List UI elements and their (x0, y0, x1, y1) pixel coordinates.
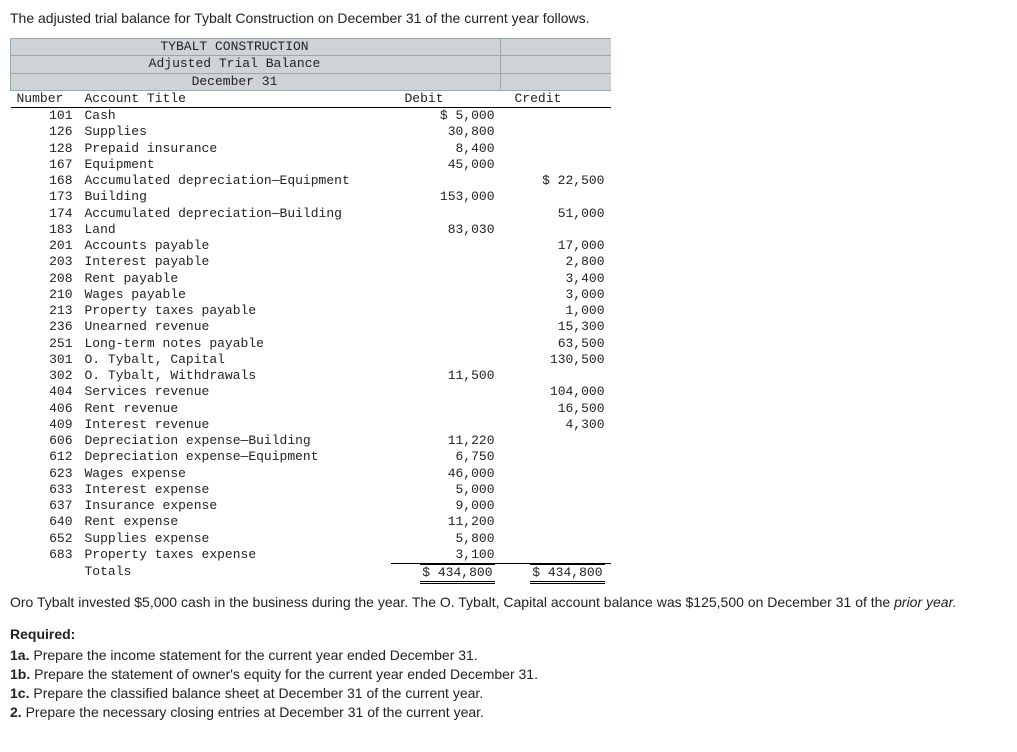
trial-balance-table: TYBALT CONSTRUCTION Adjusted Trial Balan… (10, 38, 1007, 584)
totals-debit: $ 434,800 (420, 564, 494, 584)
table-row: 301O. Tybalt, Capital130,500 (11, 352, 611, 368)
table-row: 210Wages payable3,000 (11, 287, 611, 303)
col-number: Number (11, 90, 79, 107)
table-row: 637Insurance expense9,000 (11, 498, 611, 514)
intro-text: The adjusted trial balance for Tybalt Co… (10, 10, 1007, 26)
table-row: 167Equipment45,000 (11, 157, 611, 173)
table-row: 406Rent revenue16,500 (11, 401, 611, 417)
required-list: 1a. Prepare the income statement for the… (10, 646, 1007, 722)
table-row: 236Unearned revenue15,300 (11, 319, 611, 335)
table-row: 203Interest payable2,800 (11, 254, 611, 270)
tb-date: December 31 (79, 73, 391, 90)
required-heading: Required: (10, 626, 1007, 642)
table-row: 201Accounts payable17,000 (11, 238, 611, 254)
totals-label: Totals (79, 564, 391, 585)
table-row: 251Long-term notes payable63,500 (11, 336, 611, 352)
table-row: 174Accumulated depreciation—Building51,0… (11, 206, 611, 222)
table-row: 101Cash$ 5,000 (11, 108, 611, 125)
table-row: 633Interest expense5,000 (11, 482, 611, 498)
table-row: 652Supplies expense5,800 (11, 531, 611, 547)
table-row: 409Interest revenue4,300 (11, 417, 611, 433)
investment-note: Oro Tybalt invested $5,000 cash in the b… (10, 594, 1007, 610)
table-row: 623Wages expense46,000 (11, 466, 611, 482)
table-row: 606Depreciation expense—Building11,220 (11, 433, 611, 449)
table-row: 183Land83,030 (11, 222, 611, 238)
table-row: 168Accumulated depreciation—Equipment$ 2… (11, 173, 611, 189)
table-row: 213Property taxes payable1,000 (11, 303, 611, 319)
tb-company: TYBALT CONSTRUCTION (79, 39, 391, 56)
table-row: 683Property taxes expense3,100 (11, 547, 611, 564)
col-debit: Debit (391, 90, 501, 107)
table-row: 126Supplies30,800 (11, 124, 611, 140)
table-row: 128Prepaid insurance8,400 (11, 141, 611, 157)
table-row: 612Depreciation expense—Equipment6,750 (11, 449, 611, 465)
col-account: Account Title (79, 90, 391, 107)
tb-title: Adjusted Trial Balance (79, 56, 391, 73)
totals-credit: $ 434,800 (530, 564, 604, 584)
table-row: 302O. Tybalt, Withdrawals11,500 (11, 368, 611, 384)
table-row: 640Rent expense11,200 (11, 514, 611, 530)
table-row: 208Rent payable3,400 (11, 271, 611, 287)
table-row: 404Services revenue104,000 (11, 384, 611, 400)
table-row: 173Building153,000 (11, 189, 611, 205)
col-credit: Credit (501, 90, 611, 107)
